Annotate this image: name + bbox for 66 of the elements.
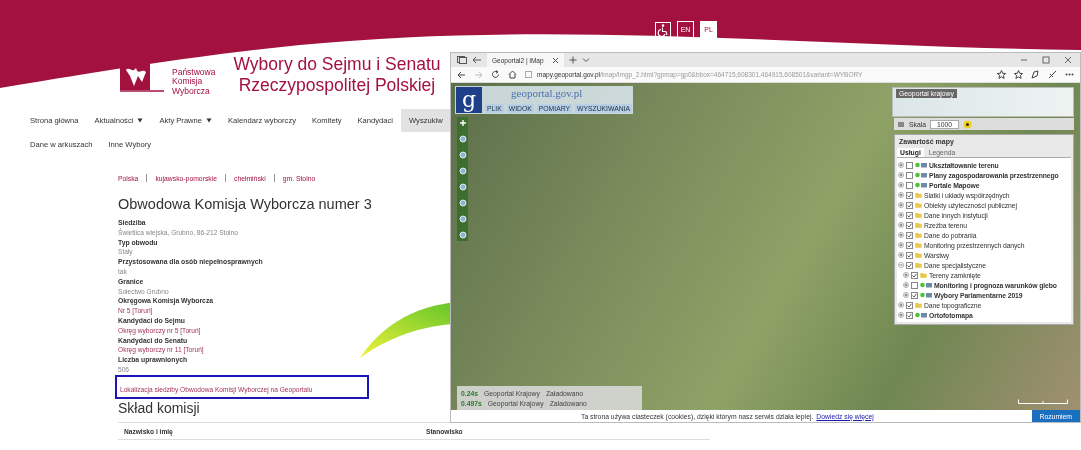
layer-checkbox[interactable] [906, 301, 913, 309]
layer-checkbox[interactable] [906, 251, 913, 259]
layer-checkbox[interactable] [906, 181, 913, 189]
site-title: Wybory do Sejmu i Senatu Rzeczypospolitej Polskiej [233, 54, 441, 96]
expand-icon[interactable] [898, 182, 904, 188]
minimize-icon [1020, 56, 1028, 64]
maximize-icon [1042, 56, 1050, 64]
expand-icon[interactable] [903, 272, 909, 278]
layer-checkbox[interactable] [906, 261, 913, 269]
wheelchair-icon [655, 21, 671, 38]
home-icon [508, 70, 517, 79]
expand-icon[interactable] [903, 282, 909, 288]
back-icon [457, 70, 466, 79]
forward-icon [474, 70, 483, 79]
star-icon [997, 70, 1006, 79]
expand-icon[interactable] [898, 232, 904, 238]
expand-icon[interactable] [898, 312, 904, 318]
expand-icon[interactable] [898, 252, 904, 258]
logo-text: geoportal.gov.pl [510, 87, 584, 99]
service-icon [915, 172, 927, 178]
layer-checkbox[interactable] [906, 311, 913, 319]
page-icon [525, 71, 532, 78]
location-icon [963, 119, 973, 129]
collapse-icon[interactable] [898, 262, 904, 268]
service-icon [920, 292, 932, 298]
layer-checkbox[interactable] [911, 271, 918, 279]
service-icon [915, 182, 927, 188]
expand-icon[interactable] [898, 212, 904, 218]
layer-checkbox[interactable] [906, 161, 913, 169]
service-icon [915, 162, 927, 168]
section-heading: Skład komisji [118, 399, 200, 416]
logo-letter: g [456, 87, 482, 113]
layer-checkbox[interactable] [906, 221, 913, 229]
service-icon [915, 312, 927, 318]
expand-icon[interactable] [898, 302, 904, 308]
back-tabs-icon [472, 56, 482, 64]
expand-icon[interactable] [903, 292, 909, 298]
layer-checkbox[interactable] [911, 281, 918, 289]
new-tab-icon [568, 56, 577, 64]
close-icon [1064, 56, 1072, 64]
layer-checkbox[interactable] [906, 191, 913, 199]
expand-icon[interactable] [898, 192, 904, 198]
folder-icon [915, 302, 922, 308]
service-icon [920, 282, 932, 288]
print-icon [897, 120, 905, 128]
scale-bar-icon [1018, 399, 1068, 404]
tab-manager-icon [457, 56, 467, 64]
expand-icon[interactable] [898, 222, 904, 228]
favorites-icon [1014, 70, 1023, 79]
layer-checkbox[interactable] [906, 171, 913, 179]
close-icon [551, 56, 559, 64]
chevron-down-icon [581, 57, 590, 63]
organization-name: Państwowa Komisja Wyborcza [172, 67, 216, 96]
zoom-in-icon [458, 119, 467, 127]
reload-icon [491, 70, 500, 79]
layer-checkbox[interactable] [906, 211, 913, 219]
page-heading: Obwodowa Komisja Wyborcza numer 3 [118, 196, 372, 213]
layer-checkbox[interactable] [911, 291, 918, 299]
expand-icon[interactable] [898, 242, 904, 248]
expand-icon[interactable] [898, 202, 904, 208]
layer-checkbox[interactable] [906, 201, 913, 209]
expand-icon[interactable] [898, 162, 904, 168]
more-icon [1065, 73, 1074, 76]
layer-checkbox[interactable] [906, 241, 913, 249]
layer-checkbox[interactable] [906, 231, 913, 239]
expand-icon[interactable] [898, 172, 904, 178]
